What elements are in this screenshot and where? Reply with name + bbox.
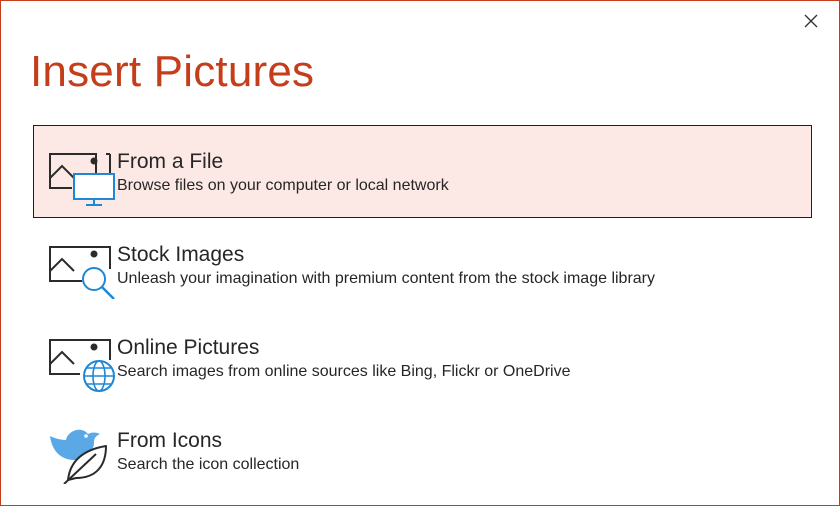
dialog-title: Insert Pictures [30,47,315,96]
picture-globe-icon [49,339,115,392]
option-online-pictures[interactable]: Online Pictures Search images from onlin… [33,311,812,404]
option-title: Stock Images [117,243,245,266]
icons-bird-leaf-icon [50,429,107,484]
close-button[interactable] [799,9,823,33]
option-description: Browse files on your computer or local n… [117,177,449,194]
close-icon [804,14,818,28]
option-text: From Icons Search the icon collection [117,428,299,476]
picture-search-icon [49,246,115,299]
insert-pictures-dialog: Insert Pictures From a File Browse files… [0,0,840,506]
insert-options-list: From a File Browse files on your compute… [33,125,812,497]
option-title: From a File [117,150,224,173]
option-from-icons[interactable]: From Icons Search the icon collection [33,404,812,497]
option-description: Search the icon collection [117,456,300,473]
option-stock-images[interactable]: Stock Images Unleash your imagination wi… [33,218,812,311]
option-text: Online Pictures Search images from onlin… [117,335,571,383]
option-from-a-file[interactable]: From a File Browse files on your compute… [33,125,812,218]
option-text: Stock Images Unleash your imagination wi… [117,242,655,290]
option-description: Unleash your imagination with premium co… [117,270,656,287]
option-title: From Icons [117,429,223,452]
picture-computer-icon [49,153,115,206]
option-title: Online Pictures [117,336,260,359]
option-text: From a File Browse files on your compute… [117,149,449,197]
option-description: Search images from online sources like B… [117,363,571,380]
